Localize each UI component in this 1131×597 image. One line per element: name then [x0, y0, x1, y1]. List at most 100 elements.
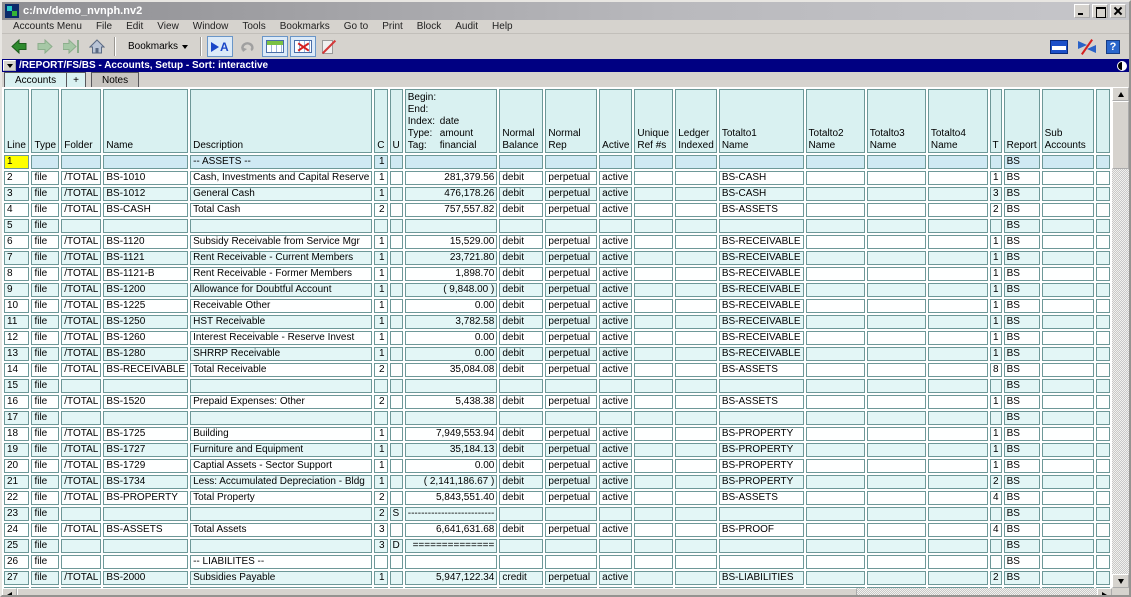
cell-u[interactable] — [390, 267, 403, 281]
cell-type[interactable]: file — [31, 219, 59, 233]
close-button[interactable] — [1110, 4, 1126, 18]
cell-active[interactable]: active — [599, 523, 632, 537]
tab-notes[interactable]: Notes — [91, 72, 139, 87]
cell-totalto3[interactable] — [867, 507, 926, 521]
table-row[interactable]: 11file/TOTALBS-1250HST Receivable13,782.… — [4, 315, 1110, 329]
cell-active[interactable]: active — [599, 571, 632, 585]
cell-totalto3[interactable] — [867, 475, 926, 489]
cell-c[interactable]: 1 — [374, 155, 387, 169]
cell-totalto2[interactable] — [806, 555, 865, 569]
cell-line[interactable]: 7 — [4, 251, 29, 265]
cell-totalto2[interactable] — [806, 539, 865, 553]
cell-sub_accounts[interactable] — [1042, 267, 1094, 281]
cell-amount[interactable] — [405, 219, 498, 233]
cell-unique_ref[interactable] — [634, 523, 673, 537]
cell-normal_rep[interactable] — [545, 539, 597, 553]
cell-totalto1[interactable]: BS-RECEIVABLE — [719, 235, 804, 249]
cell-ledger_indexed[interactable] — [675, 299, 717, 313]
cell-amount[interactable] — [405, 411, 498, 425]
cell-totalto2[interactable] — [806, 235, 865, 249]
cell-type[interactable]: file — [31, 475, 59, 489]
cell-unique_ref[interactable] — [634, 555, 673, 569]
cell-name[interactable] — [103, 219, 188, 233]
cell-description[interactable]: SHRRP Receivable — [190, 347, 372, 361]
cell-description[interactable]: Rent Receivable - Former Members — [190, 267, 372, 281]
cell-folder[interactable] — [61, 411, 101, 425]
table-row[interactable]: 5fileBS — [4, 219, 1110, 233]
cell-active[interactable]: active — [599, 251, 632, 265]
cell-normal_balance[interactable]: debit — [499, 283, 543, 297]
cell-active[interactable] — [599, 555, 632, 569]
menu-item-help[interactable]: Help — [485, 21, 520, 32]
cell-report[interactable]: BS — [1004, 427, 1040, 441]
cell-u[interactable] — [390, 571, 403, 585]
cell-description[interactable]: Prepaid Expenses: Other — [190, 395, 372, 409]
cell-name[interactable] — [103, 539, 188, 553]
scroll-left-button[interactable] — [2, 588, 17, 597]
cell-u[interactable] — [390, 187, 403, 201]
cell-description[interactable]: Cash, Investments and Capital Reserve — [190, 171, 372, 185]
cell-line[interactable]: 10 — [4, 299, 29, 313]
cell-description[interactable] — [190, 379, 372, 393]
cell-folder[interactable]: /TOTAL — [61, 571, 101, 585]
cell-totalto2[interactable] — [806, 491, 865, 505]
cell-ledger_indexed[interactable] — [675, 347, 717, 361]
cell-totalto1[interactable]: BS-CASH — [719, 187, 804, 201]
cell-totalto4[interactable] — [928, 491, 988, 505]
cell-t[interactable] — [990, 411, 1002, 425]
cell-totalto3[interactable] — [867, 363, 926, 377]
cell-totalto2[interactable] — [806, 395, 865, 409]
cell-normal_balance[interactable]: debit — [499, 267, 543, 281]
cell-t[interactable]: 1 — [990, 347, 1002, 361]
cell-line[interactable]: 27 — [4, 571, 29, 585]
cell-normal_balance[interactable]: debit — [499, 363, 543, 377]
cell-report[interactable]: BS — [1004, 475, 1040, 489]
menu-item-bookmarks[interactable]: Bookmarks — [273, 21, 337, 32]
cell-active[interactable]: active — [599, 363, 632, 377]
cell-ledger_indexed[interactable] — [675, 427, 717, 441]
read-only-button[interactable] — [318, 36, 337, 57]
cell-normal_rep[interactable]: perpetual — [545, 235, 597, 249]
cell-report[interactable]: BS — [1004, 219, 1040, 233]
cell-sub_accounts[interactable] — [1042, 427, 1094, 441]
cell-active[interactable]: active — [599, 171, 632, 185]
cell-unique_ref[interactable] — [634, 171, 673, 185]
cell-totalto3[interactable] — [867, 267, 926, 281]
cell-totalto2[interactable] — [806, 219, 865, 233]
cell-sub_accounts[interactable] — [1042, 203, 1094, 217]
cell-amount[interactable]: ============== — [405, 539, 498, 553]
cell-name[interactable]: BS-PROPERTY — [103, 491, 188, 505]
cell-u[interactable] — [390, 203, 403, 217]
cell-t[interactable] — [990, 507, 1002, 521]
cell-totalto1[interactable] — [719, 411, 804, 425]
cell-folder[interactable]: /TOTAL — [61, 251, 101, 265]
cell-line[interactable]: 23 — [4, 507, 29, 521]
cell-name[interactable]: BS-1520 — [103, 395, 188, 409]
cell-totalto1[interactable] — [719, 155, 804, 169]
cell-c[interactable]: 1 — [374, 283, 387, 297]
cell-ledger_indexed[interactable] — [675, 203, 717, 217]
cell-line[interactable]: 2 — [4, 171, 29, 185]
cell-c[interactable]: 1 — [374, 427, 387, 441]
cell-normal_rep[interactable]: perpetual — [545, 251, 597, 265]
cell-totalto2[interactable] — [806, 347, 865, 361]
cell-totalto1[interactable]: BS-ASSETS — [719, 363, 804, 377]
cell-description[interactable]: Furniture and Equipment — [190, 443, 372, 457]
cell-ledger_indexed[interactable] — [675, 187, 717, 201]
cell-totalto1[interactable]: BS-RECEIVABLE — [719, 251, 804, 265]
cell-totalto3[interactable] — [867, 571, 926, 585]
minimize-button[interactable] — [1074, 4, 1090, 18]
cell-normal_balance[interactable] — [499, 411, 543, 425]
cell-ledger_indexed[interactable] — [675, 315, 717, 329]
cell-sub_accounts[interactable] — [1042, 299, 1094, 313]
cell-totalto4[interactable] — [928, 203, 988, 217]
cell-c[interactable]: 1 — [374, 267, 387, 281]
cell-ledger_indexed[interactable] — [675, 507, 717, 521]
cell-line[interactable]: 9 — [4, 283, 29, 297]
cell-totalto4[interactable] — [928, 299, 988, 313]
cell-sub_accounts[interactable] — [1042, 459, 1094, 473]
cell-totalto4[interactable] — [928, 347, 988, 361]
cell-sub_accounts[interactable] — [1042, 443, 1094, 457]
cell-totalto1[interactable]: BS-PROOF — [719, 523, 804, 537]
cell-amount[interactable]: 281,379.56 — [405, 171, 498, 185]
